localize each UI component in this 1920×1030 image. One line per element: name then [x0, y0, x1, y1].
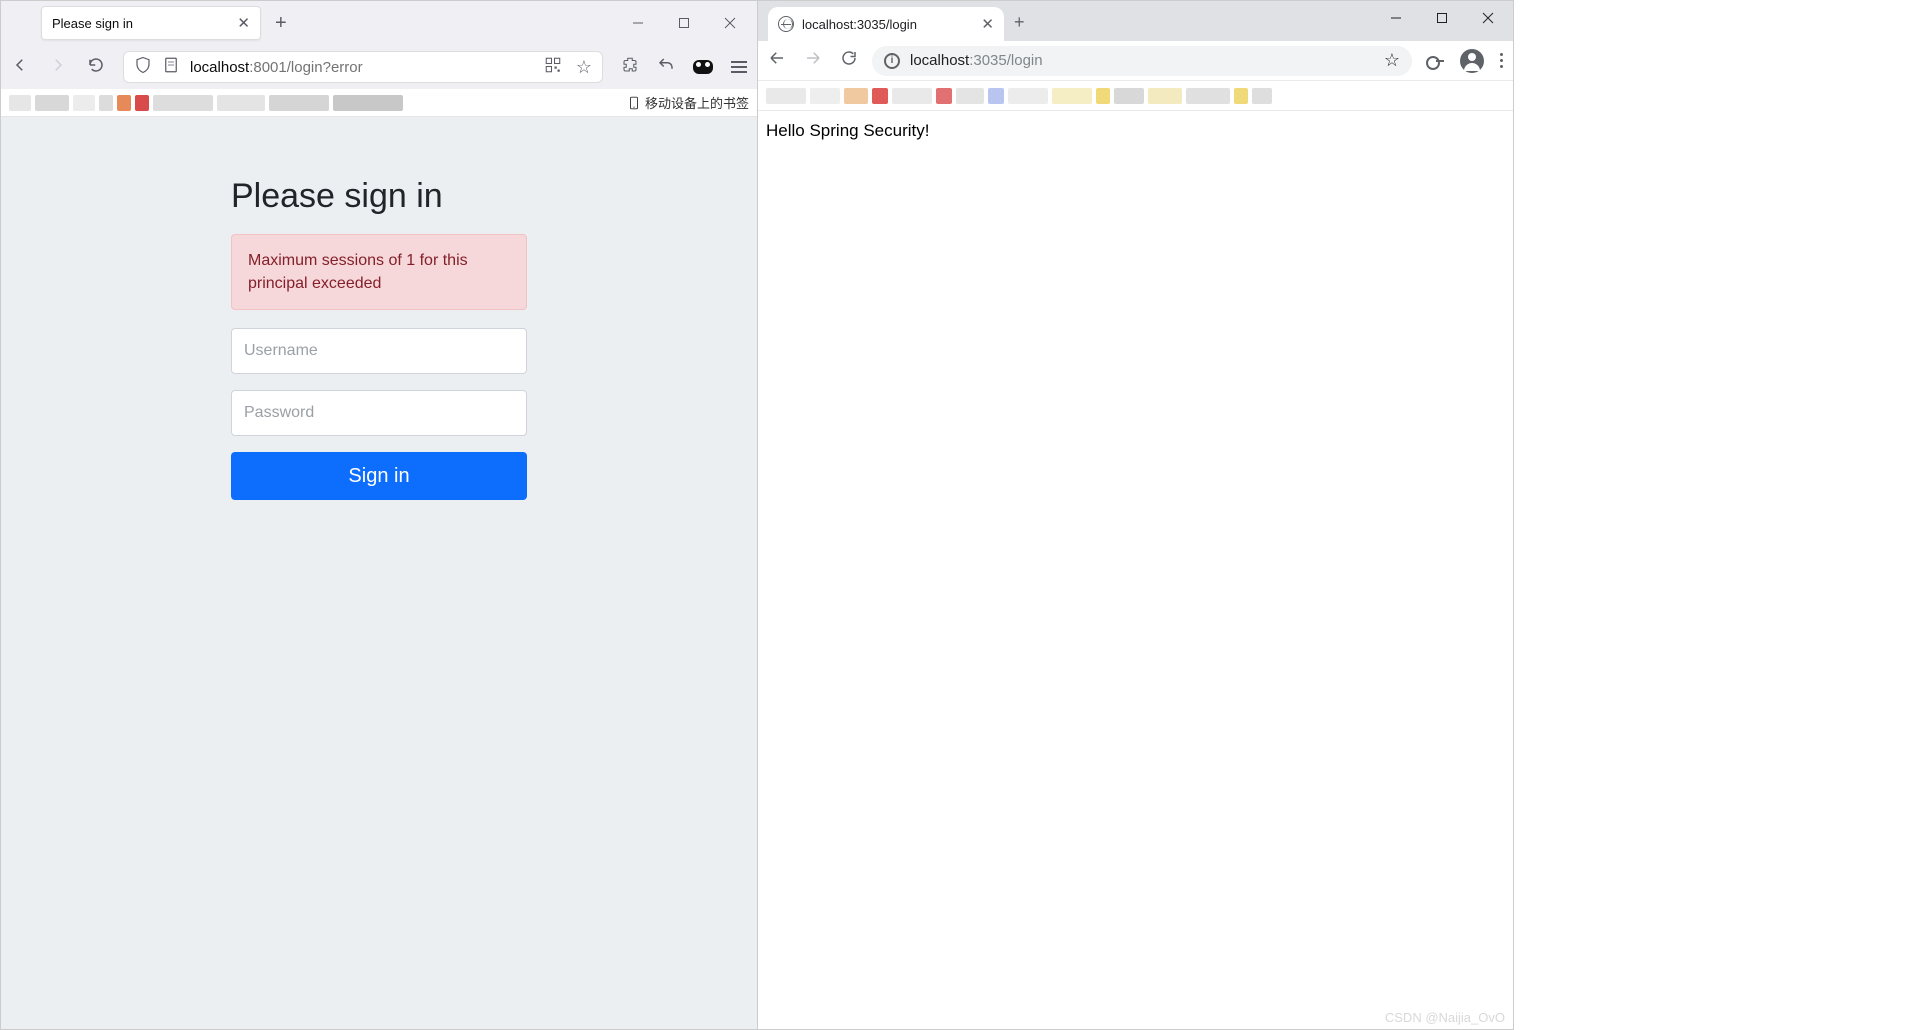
reload-button[interactable]	[840, 49, 858, 72]
password-field[interactable]	[231, 390, 527, 436]
signin-button[interactable]: Sign in	[231, 452, 527, 500]
nav-buttons	[11, 56, 105, 79]
menu-button[interactable]	[731, 61, 747, 73]
profile-avatar-icon[interactable]	[1460, 49, 1484, 73]
toolbar: i localhost:3035/login ☆	[758, 41, 1513, 81]
reload-button[interactable]	[87, 56, 105, 79]
minimize-button[interactable]	[615, 1, 661, 45]
error-alert: Maximum sessions of 1 for this principal…	[231, 234, 527, 310]
window-controls	[615, 1, 753, 45]
maximize-button[interactable]	[661, 1, 707, 45]
nav-buttons	[768, 49, 858, 72]
firefox-window: Please sign in ✕ + localhost:8001/login?…	[0, 0, 758, 1030]
back-button[interactable]	[768, 49, 786, 72]
username-field[interactable]	[231, 328, 527, 374]
close-tab-icon[interactable]: ✕	[237, 14, 250, 32]
globe-favicon-icon	[778, 16, 794, 32]
bookmarks-bar: 移动设备上的书签	[1, 89, 757, 117]
page-title: Please sign in	[231, 177, 527, 216]
page-content: Please sign in Maximum sessions of 1 for…	[1, 117, 757, 1029]
browser-tab[interactable]: Please sign in ✕	[41, 6, 261, 40]
toolbar-right	[621, 56, 747, 79]
bookmark-star-icon[interactable]: ☆	[1384, 50, 1400, 71]
tab-title: Please sign in	[52, 16, 237, 31]
minimize-button[interactable]	[1373, 1, 1419, 35]
watermark: CSDN @Naijia_OvO	[1385, 1010, 1505, 1025]
bookmarks-bar	[758, 81, 1513, 111]
mobile-bookmarks-link[interactable]: 移动设备上的书签	[627, 93, 749, 112]
close-window-button[interactable]	[1465, 1, 1511, 35]
site-info-icon[interactable]: i	[884, 53, 900, 69]
page-info-icon[interactable]	[162, 56, 180, 79]
close-window-button[interactable]	[707, 1, 753, 45]
address-bar[interactable]: i localhost:3035/login ☆	[872, 46, 1412, 76]
tab-strip: localhost:3035/login ✕ +	[758, 1, 1513, 41]
forward-button[interactable]	[49, 56, 67, 79]
bookmark-star-icon[interactable]: ☆	[576, 57, 592, 78]
forward-button[interactable]	[804, 49, 822, 72]
page-content: Hello Spring Security! CSDN @Naijia_OvO	[758, 111, 1513, 1029]
tab-title: localhost:3035/login	[802, 17, 973, 32]
undo-icon[interactable]	[657, 56, 675, 79]
back-button[interactable]	[11, 56, 29, 79]
tab-strip: Please sign in ✕ +	[1, 1, 757, 45]
toolbar-right	[1426, 49, 1503, 73]
extension-badge-icon[interactable]	[693, 60, 713, 74]
window-controls	[1373, 1, 1511, 35]
maximize-button[interactable]	[1419, 1, 1465, 35]
extensions-icon[interactable]	[621, 56, 639, 79]
new-tab-button[interactable]: +	[1014, 12, 1025, 33]
qr-icon[interactable]	[544, 56, 562, 79]
password-key-icon[interactable]	[1426, 56, 1444, 66]
close-tab-icon[interactable]: ✕	[981, 15, 994, 33]
blurred-bookmarks	[766, 88, 1272, 104]
chrome-window: localhost:3035/login ✕ + i localhost:303…	[758, 0, 1514, 1030]
content-text: Hello Spring Security!	[766, 121, 1505, 141]
blurred-bookmarks	[9, 95, 403, 111]
shield-icon	[134, 56, 152, 79]
login-form: Please sign in Maximum sessions of 1 for…	[231, 177, 527, 500]
new-tab-button[interactable]: +	[275, 12, 287, 35]
menu-button[interactable]	[1500, 53, 1503, 68]
url-text: localhost:8001/login?error	[190, 59, 534, 76]
url-text: localhost:3035/login	[910, 52, 1374, 69]
toolbar: localhost:8001/login?error ☆	[1, 45, 757, 89]
address-bar[interactable]: localhost:8001/login?error ☆	[123, 51, 603, 83]
browser-tab[interactable]: localhost:3035/login ✕	[768, 7, 1004, 41]
